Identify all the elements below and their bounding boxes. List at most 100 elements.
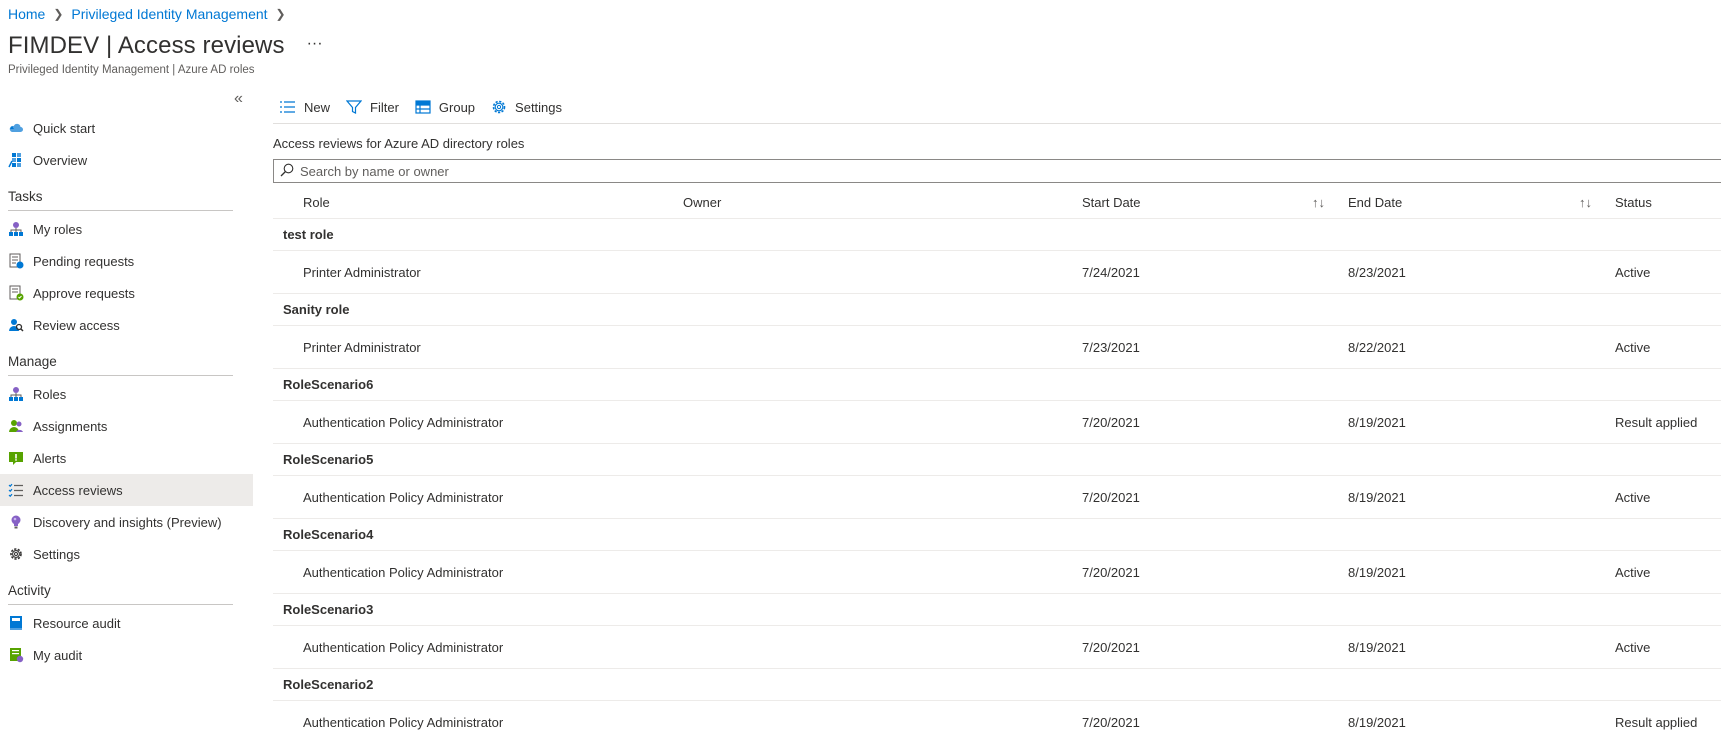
cloud-icon [8, 120, 24, 136]
sidebar-item-roles[interactable]: Roles [0, 378, 253, 410]
cell-status: Active [1615, 639, 1651, 655]
breadcrumb-home[interactable]: Home [8, 6, 45, 22]
sidebar-item-label: Review access [33, 317, 120, 333]
sort-icon[interactable]: ↑↓ [1312, 186, 1325, 218]
more-options-button[interactable]: ··· [307, 35, 323, 53]
alert-icon [8, 450, 24, 466]
page-subtitle: Privileged Identity Management | Azure A… [8, 64, 255, 76]
sidebar-item-overview[interactable]: Overview [0, 144, 253, 176]
approve-icon [8, 285, 24, 301]
lightbulb-icon [8, 514, 24, 530]
sidebar-item-quick-start[interactable]: Quick start [0, 112, 253, 144]
audit-icon [8, 647, 24, 663]
settings-label: Settings [515, 99, 563, 115]
column-header-end-date[interactable]: End Date [1348, 186, 1402, 218]
group-header[interactable]: RoleScenario3 [273, 594, 1721, 626]
group-name: RoleScenario4 [283, 527, 374, 542]
sidebar-item-label: Access reviews [33, 482, 123, 498]
cell-end-date: 8/19/2021 [1348, 489, 1406, 505]
sidebar-item-approve-requests[interactable]: Approve requests [0, 277, 253, 309]
cell-role: Authentication Policy Administrator [303, 639, 504, 655]
cell-role: Authentication Policy Administrator [303, 714, 504, 730]
cell-end-date: 8/19/2021 [1348, 414, 1406, 430]
table-row[interactable]: Authentication Policy Administrator 7/20… [273, 551, 1721, 594]
sidebar-item-pending-requests[interactable]: Pending requests [0, 245, 253, 277]
group-name: Sanity role [283, 302, 350, 317]
sidebar: Quick start Overview Tasks My roles Pend… [0, 112, 253, 671]
group-header[interactable]: RoleScenario4 [273, 519, 1721, 551]
command-bar: New Filter Group Settings [280, 96, 578, 118]
cell-role: Authentication Policy Administrator [303, 414, 504, 430]
sidebar-section-activity: Activity [8, 583, 51, 598]
cell-role: Authentication Policy Administrator [303, 564, 504, 580]
cell-status: Active [1615, 339, 1651, 355]
column-header-status[interactable]: Status [1615, 186, 1652, 218]
list-add-icon [280, 100, 296, 114]
sidebar-item-alerts[interactable]: Alerts [0, 442, 253, 474]
sidebar-item-label: Discovery and insights (Preview) [33, 514, 222, 530]
cell-end-date: 8/19/2021 [1348, 639, 1406, 655]
sidebar-item-label: Overview [33, 152, 88, 168]
table-row[interactable]: Authentication Policy Administrator 7/20… [273, 626, 1721, 669]
group-header[interactable]: RoleScenario6 [273, 369, 1721, 401]
hierarchy-icon [8, 221, 24, 237]
sidebar-item-resource-audit[interactable]: Resource audit [0, 607, 253, 639]
cell-role: Printer Administrator [303, 264, 421, 280]
column-header-role[interactable]: Role [303, 186, 330, 218]
collapse-sidebar-button[interactable]: « [234, 90, 243, 108]
sidebar-item-review-access[interactable]: Review access [0, 309, 253, 341]
table-header: Role Owner Start Date ↑↓ End Date ↑↓ Sta… [273, 186, 1721, 219]
sidebar-item-assignments[interactable]: Assignments [0, 410, 253, 442]
cell-start-date: 7/23/2021 [1082, 339, 1140, 355]
group-name: RoleScenario5 [283, 452, 374, 467]
group-name: RoleScenario6 [283, 377, 374, 392]
sidebar-item-access-reviews[interactable]: Access reviews [0, 474, 253, 506]
search-icon [280, 163, 294, 180]
cell-end-date: 8/19/2021 [1348, 564, 1406, 580]
sidebar-item-label: Settings [33, 546, 80, 562]
group-header[interactable]: test role [273, 219, 1721, 251]
sidebar-section-manage: Manage [8, 354, 57, 369]
sidebar-item-settings[interactable]: Settings [0, 538, 253, 570]
breadcrumb-pim[interactable]: Privileged Identity Management [71, 6, 267, 22]
cell-end-date: 8/19/2021 [1348, 714, 1406, 730]
filter-button[interactable]: Filter [346, 99, 399, 115]
hierarchy-icon [8, 386, 24, 402]
book-icon [8, 615, 24, 631]
table-row[interactable]: Authentication Policy Administrator 7/20… [273, 701, 1721, 738]
gear-icon [8, 546, 24, 562]
cell-start-date: 7/20/2021 [1082, 414, 1140, 430]
group-name: test role [283, 227, 334, 242]
access-reviews-table: Role Owner Start Date ↑↓ End Date ↑↓ Sta… [273, 186, 1721, 738]
sort-icon[interactable]: ↑↓ [1579, 186, 1592, 218]
sidebar-item-label: Roles [33, 386, 67, 402]
table-row[interactable]: Printer Administrator 7/24/2021 8/23/202… [273, 251, 1721, 294]
sidebar-item-discovery-insights[interactable]: Discovery and insights (Preview) [0, 506, 253, 538]
filter-icon [346, 99, 363, 115]
pending-icon [8, 253, 24, 269]
table-row[interactable]: Authentication Policy Administrator 7/20… [273, 476, 1721, 519]
group-header[interactable]: RoleScenario5 [273, 444, 1721, 476]
sidebar-section-tasks: Tasks [8, 189, 43, 204]
sidebar-item-my-audit[interactable]: My audit [0, 639, 253, 671]
group-header[interactable]: RoleScenario2 [273, 669, 1721, 701]
search-input[interactable] [300, 163, 900, 179]
table-row[interactable]: Printer Administrator 7/23/2021 8/22/202… [273, 326, 1721, 369]
new-label: New [304, 99, 331, 115]
sidebar-item-label: Alerts [33, 450, 67, 466]
column-header-owner[interactable]: Owner [683, 186, 721, 218]
table-row[interactable]: Authentication Policy Administrator 7/20… [273, 401, 1721, 444]
new-button[interactable]: New [280, 100, 330, 115]
cell-start-date: 7/20/2021 [1082, 714, 1140, 730]
sidebar-item-label: My audit [33, 647, 83, 663]
cell-start-date: 7/20/2021 [1082, 564, 1140, 580]
settings-button[interactable]: Settings [491, 99, 562, 115]
column-header-start-date[interactable]: Start Date [1082, 186, 1141, 218]
sidebar-item-my-roles[interactable]: My roles [0, 213, 253, 245]
group-name: RoleScenario2 [283, 677, 374, 692]
group-button[interactable]: Group [415, 100, 475, 115]
group-header[interactable]: Sanity role [273, 294, 1721, 326]
title-row: FIMDEV | Access reviews ··· [8, 32, 323, 60]
review-icon [8, 317, 24, 333]
cell-role: Authentication Policy Administrator [303, 489, 504, 505]
